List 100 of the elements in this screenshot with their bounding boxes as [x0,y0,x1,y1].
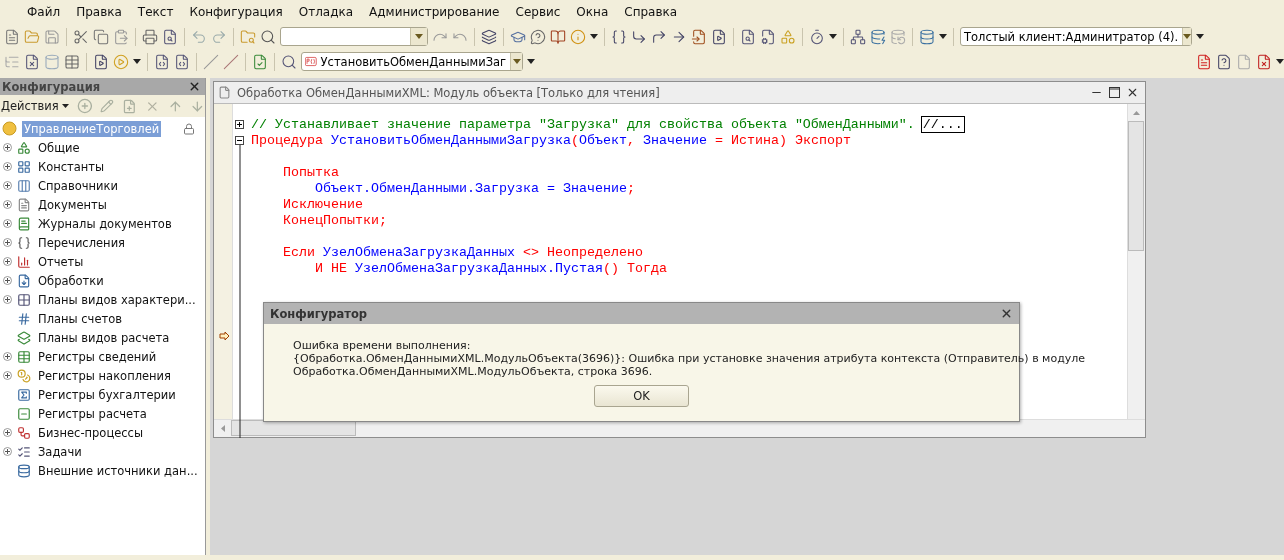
syntax-helper-icon[interactable] [550,28,566,45]
tree-item[interactable]: Бизнес-процессы [36,424,146,441]
tree-item[interactable]: Общие [36,139,82,156]
tree-icon[interactable] [850,28,866,45]
tree-item[interactable]: Внешние источники дан... [36,462,200,479]
journal-icon [17,216,31,231]
accounts-icon [17,311,31,326]
menu-item[interactable]: Текст [130,5,183,19]
execution-arrow-icon [219,331,230,341]
expand-icon[interactable] [3,352,12,361]
tree-item[interactable]: Константы [36,158,107,175]
lock-icon [183,122,195,135]
document-icon [17,197,31,212]
close-icon[interactable] [188,80,201,93]
tree-item[interactable]: Документы [36,196,109,213]
procedure-search-icon[interactable] [281,53,297,70]
error-message: Обработка.ОбменДаннымиXML.МодульОбъекта, строка 3696. [293,365,654,378]
document-icon [218,86,231,99]
expand-icon[interactable] [3,371,12,380]
help-search-icon[interactable] [530,28,546,45]
tasks-icon [17,444,31,459]
tree-item[interactable]: Обработки [36,272,106,289]
code-line: Попытка [282,164,339,180]
search-field[interactable] [280,27,428,46]
business-process-icon [17,425,31,440]
expand-icon[interactable] [3,428,12,437]
expand-icon[interactable] [3,447,12,456]
client-selector[interactable]: Толстый клиент:Админитратор (4). [960,27,1192,46]
code-line: И НЕ УзелОбменаЗагрузкаДанных.Пустая() Тогда [314,260,667,276]
step-over-icon[interactable] [631,28,647,45]
panel-title: Конфигурация [2,79,101,94]
error-message: Ошибка времени выполнения: [293,339,472,352]
code-line: КонецПопытки; [282,212,387,228]
dropdown-caret-icon[interactable] [1276,59,1284,64]
copy-icon[interactable] [93,28,109,45]
expand-icon[interactable] [3,257,12,266]
tree-item[interactable]: Регистры накопления [36,367,173,384]
code-comment: // Устанавливает значение параметра "Загрузка" для свойства объекта "ОбменДанными". //... [251,116,965,132]
document-settings-icon[interactable] [760,28,776,45]
tree-item[interactable]: Регистры бухгалтерии [36,386,178,403]
expand-icon[interactable] [3,276,12,285]
tree-item[interactable]: Задачи [36,443,84,460]
expand-icon[interactable] [3,295,12,304]
external-source-icon [17,463,31,478]
menu-item[interactable]: Правка [69,5,131,19]
menu-item[interactable]: Сервис [508,5,570,19]
menu-item[interactable]: Окна [569,5,618,19]
code-line: Объект.ОбменДанными.Загрузка = Значение; [314,180,635,196]
vertical-scrollbar[interactable] [1127,104,1145,419]
window-title: Обработка ОбменДаннымиXML: Модуль объекта [Только для чтения] [237,85,660,100]
tree-item[interactable]: Отчеты [36,253,86,270]
procedure-selector[interactable]: УстановитьОбменДаннымиЗаг [301,52,523,71]
dropdown-caret-icon[interactable] [61,104,69,108]
expand-icon[interactable] [3,238,12,247]
document-search-icon[interactable] [740,28,756,45]
ok-button[interactable]: OK [594,385,689,407]
conditional-breakpoint-icon[interactable] [1216,53,1232,70]
menu-item[interactable]: Файл [20,5,70,19]
timer-icon[interactable] [809,28,825,45]
expand-icon[interactable] [3,200,12,209]
tree-item[interactable]: Справочники [36,177,120,194]
cut-icon[interactable] [73,28,89,45]
tree-item[interactable]: Планы видов расчета [36,329,172,346]
catalogs-icon [17,178,31,193]
print-preview-icon[interactable] [162,28,178,45]
close-icon[interactable] [1000,307,1013,320]
menu-item[interactable]: Конфигурация [182,5,292,19]
tree-item[interactable]: Планы счетов [36,310,124,327]
print-icon[interactable] [142,28,158,45]
menu-item[interactable]: Справка [617,5,687,19]
menu-item[interactable]: Отладка [291,5,363,19]
dropdown-caret-icon[interactable] [133,59,141,64]
new-document-icon[interactable] [4,28,20,45]
tree-item[interactable]: Перечисления [36,234,128,251]
expand-icon[interactable] [235,119,244,129]
step-out-icon[interactable] [651,28,667,45]
close-icon[interactable] [1126,86,1139,99]
info-register-icon [17,349,31,364]
tree-item[interactable]: Регистры сведений [36,348,159,365]
menu-item[interactable]: Администрирование [362,5,509,19]
dropdown-caret-icon[interactable] [939,34,947,39]
collapse-icon[interactable] [235,135,244,145]
error-message: {Обработка.ОбменДаннымиXML.МодульОбъекта(3696)}: Ошибка при установке значения атрибута контекста (Отправитель) в модуле [293,352,1086,365]
maximize-icon[interactable] [1109,87,1120,98]
syntax-check-icon[interactable] [252,53,268,70]
expand-icon[interactable] [3,219,12,228]
calculation-register-icon [17,406,31,421]
tree-item[interactable]: Регистры расчета [36,405,149,422]
expand-icon[interactable] [3,162,12,171]
configuration-icon [2,121,17,136]
search-icon[interactable] [260,28,276,45]
expand-icon[interactable] [3,143,12,152]
tree-item[interactable]: Журналы документов [36,215,174,232]
windows-icon[interactable] [481,28,497,45]
dropdown-caret-icon[interactable] [590,34,598,39]
tree-item[interactable]: Планы видов характери... [36,291,198,308]
dialog-title: Конфигуратор [270,306,367,321]
dropdown-caret-icon[interactable] [829,34,837,39]
expand-icon[interactable] [3,181,12,190]
start-debug-icon[interactable] [113,53,129,70]
